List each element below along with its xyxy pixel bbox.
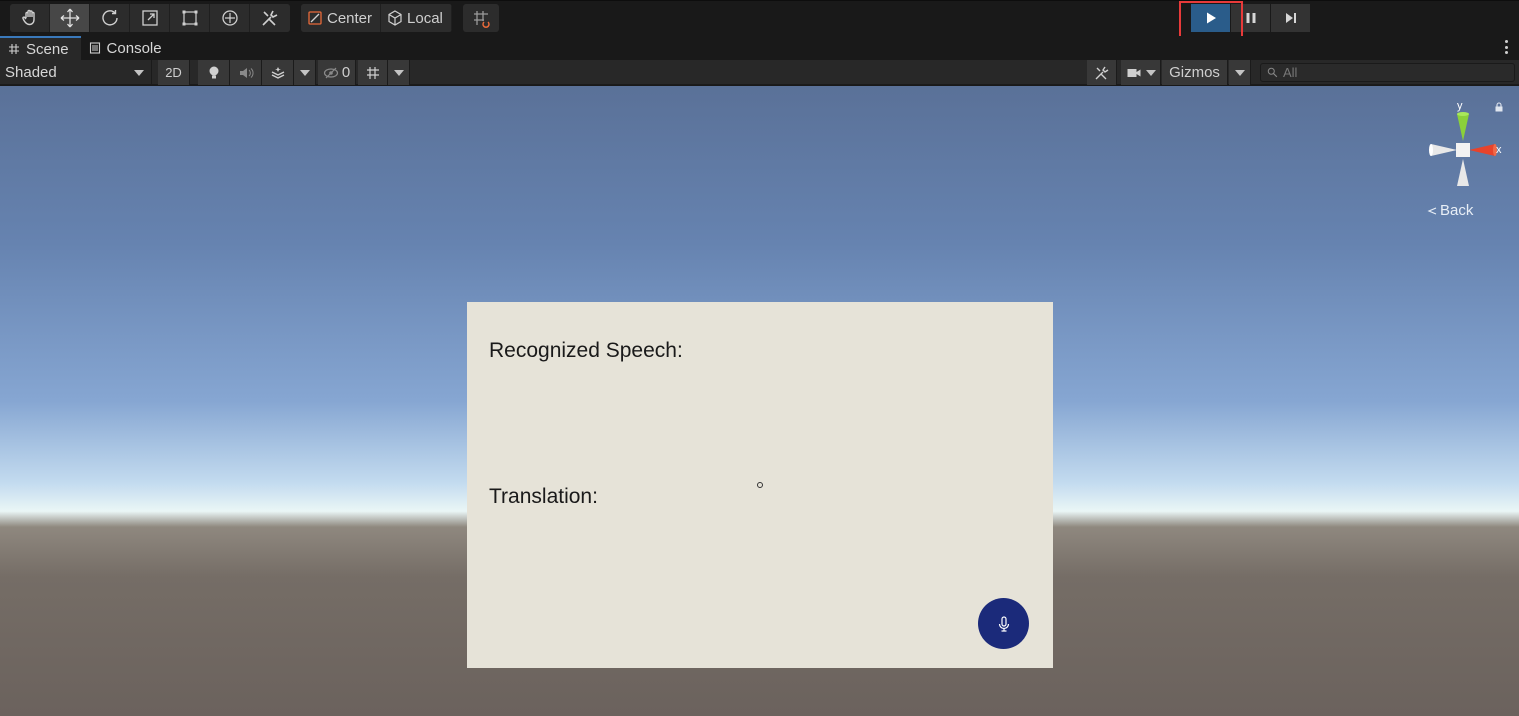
pivot-mode-label: Center (327, 9, 373, 27)
microphone-icon (998, 615, 1009, 632)
gizmo-x-axis-icon[interactable] (1469, 144, 1497, 156)
window-tabs: Scene Console (0, 36, 1519, 60)
pivot-center-icon (308, 11, 322, 25)
audio-toggle-button[interactable] (230, 60, 262, 85)
grid-snap-button[interactable] (463, 4, 499, 32)
move-tool-button[interactable] (50, 4, 90, 32)
pivot-marker (757, 482, 763, 488)
gizmo-neg-x-axis-icon[interactable] (1429, 144, 1457, 156)
tab-console[interactable]: Console (81, 36, 174, 60)
draw-mode-label: Shaded (5, 64, 57, 81)
step-button[interactable] (1271, 4, 1310, 32)
draw-mode-dropdown[interactable]: Shaded (0, 60, 152, 85)
search-placeholder: All (1283, 65, 1298, 80)
chevron-down-icon (394, 70, 404, 76)
translation-panel: Recognized Speech: Translation: (467, 302, 1053, 668)
play-icon (1206, 12, 1216, 24)
lock-icon[interactable] (1494, 102, 1504, 112)
lighting-toggle-button[interactable] (198, 60, 230, 85)
light-bulb-icon (209, 66, 218, 78)
scene-hash-icon (9, 44, 19, 54)
hidden-count: 0 (341, 64, 351, 81)
camera-settings-button[interactable] (1121, 60, 1161, 85)
grid-snap-group (463, 4, 499, 32)
gizmo-x-label: x (1496, 144, 1502, 156)
pivot-mode-button[interactable]: Center (301, 4, 382, 32)
camera-icon (1127, 68, 1140, 77)
pause-button[interactable] (1231, 4, 1270, 32)
chevron-left-icon (1427, 206, 1437, 215)
gizmos-label: Gizmos (1169, 64, 1220, 81)
chevron-down-icon (300, 70, 310, 76)
transform-tools-group (10, 4, 290, 32)
scale-icon (141, 10, 158, 26)
grid-toggle-button[interactable] (358, 60, 388, 85)
pivot-rotation-button[interactable]: Local (381, 4, 452, 32)
pivot-group: Center Local (301, 4, 452, 32)
play-button[interactable] (1191, 4, 1230, 32)
local-cube-icon (388, 10, 402, 26)
grid-snap-icon (474, 11, 490, 28)
gizmo-y-label: y (1457, 100, 1463, 112)
step-icon (1285, 13, 1296, 23)
scale-tool-button[interactable] (130, 4, 170, 32)
more-options-icon[interactable] (1505, 40, 1509, 54)
pivot-rotation-label: Local (407, 9, 443, 27)
transform-icon (221, 10, 238, 26)
chevron-down-icon (1235, 70, 1245, 76)
view-back-label[interactable]: Back (1426, 202, 1473, 219)
rotate-tool-button[interactable] (90, 4, 130, 32)
gizmo-center-cube-icon[interactable] (1456, 143, 1470, 157)
custom-tool-button[interactable] (250, 4, 290, 32)
rotate-icon (101, 10, 118, 26)
recognized-speech-label: Recognized Speech: (489, 339, 683, 362)
tools-menu-button[interactable] (1087, 60, 1117, 85)
tab-scene[interactable]: Scene (0, 36, 81, 60)
effects-dropdown[interactable] (294, 60, 316, 85)
chevron-down-icon (1145, 69, 1156, 76)
gizmo-neg-y-axis-icon[interactable] (1457, 159, 1469, 186)
custom-tools-icon (262, 10, 278, 26)
rect-tool-button[interactable] (170, 4, 210, 32)
rect-transform-icon (182, 10, 197, 26)
chevron-down-icon (134, 70, 144, 76)
eye-slash-icon (323, 67, 338, 78)
microphone-button[interactable] (978, 598, 1029, 649)
speaker-icon (239, 67, 253, 78)
toggle-2d-button[interactable]: 2D (158, 60, 190, 85)
grid-icon (366, 66, 379, 79)
gizmo-y-axis-icon[interactable] (1457, 112, 1469, 141)
gizmos-dropdown[interactable] (1229, 60, 1251, 85)
hidden-objects-toggle[interactable]: 0 (318, 60, 356, 85)
transform-tool-button[interactable] (210, 4, 250, 32)
scene-toolbar: Shaded 2D 0 Gizmos All (0, 60, 1519, 85)
tab-console-label: Console (106, 39, 162, 57)
grid-dropdown[interactable] (388, 60, 410, 85)
tab-scene-label: Scene (26, 40, 69, 58)
move-icon (60, 8, 79, 28)
toggle-2d-label: 2D (165, 65, 182, 80)
pause-icon (1246, 13, 1255, 23)
view-back-text: Back (1440, 202, 1474, 219)
console-icon (89, 42, 100, 54)
translation-label: Translation: (489, 485, 598, 508)
scene-search-input[interactable]: All (1260, 63, 1515, 82)
layers-effects-icon (271, 66, 284, 79)
hand-tool-button[interactable] (10, 4, 50, 32)
scene-viewport[interactable]: Recognized Speech: Translation: y x Back (0, 86, 1519, 716)
tools-icon (1095, 66, 1108, 79)
effects-toggle-button[interactable] (262, 60, 294, 85)
hand-icon (21, 9, 35, 26)
gizmos-button[interactable]: Gizmos (1162, 60, 1228, 85)
main-toolbar: Center Local (0, 0, 1519, 39)
search-icon (1267, 67, 1278, 77)
play-controls (1191, 4, 1310, 32)
